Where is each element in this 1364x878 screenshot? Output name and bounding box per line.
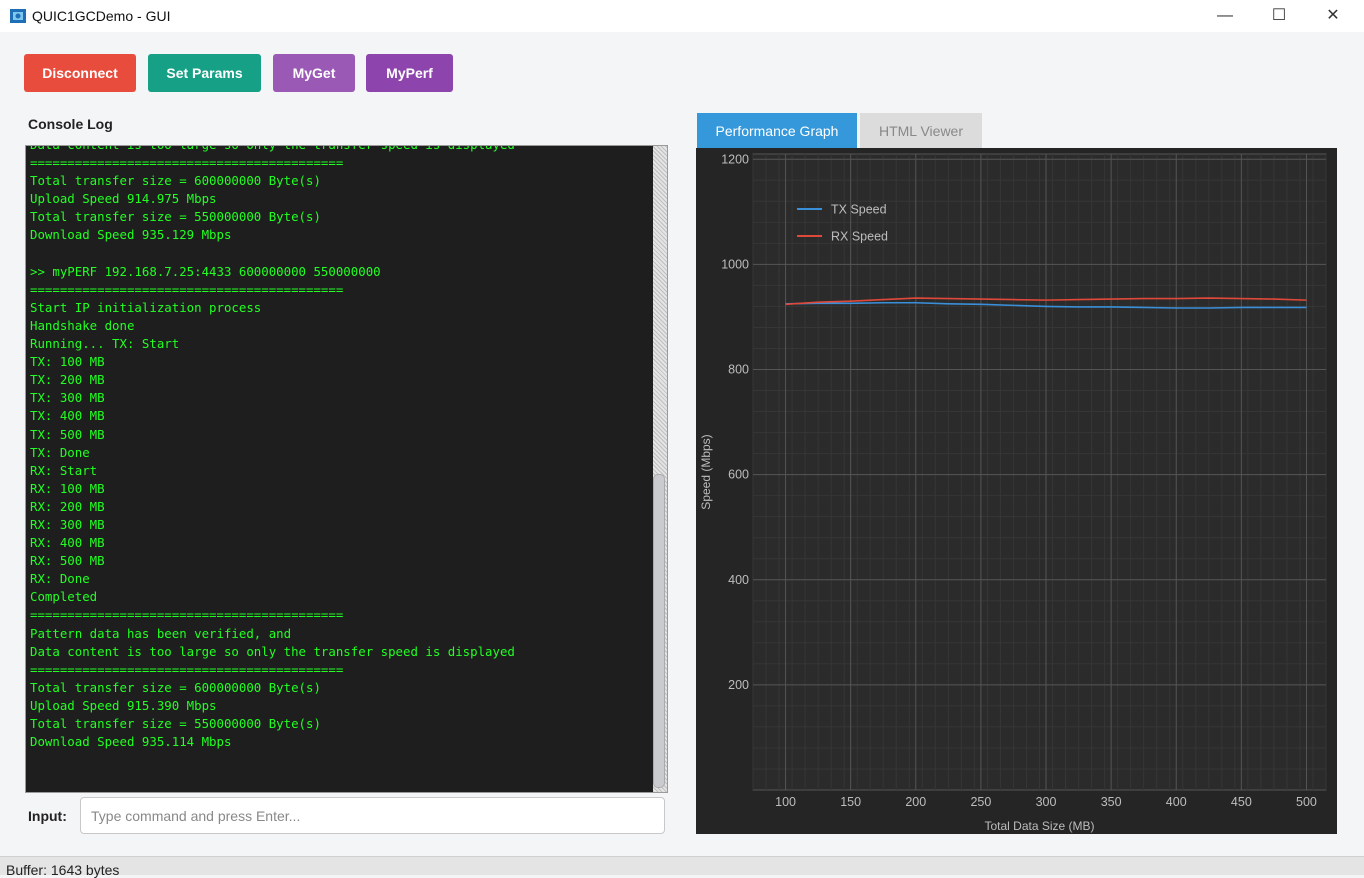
console-line: Upload Speed 915.390 Mbps bbox=[30, 697, 217, 713]
legend-label: RX Speed bbox=[831, 230, 888, 244]
y-tick-label: 1000 bbox=[721, 257, 749, 271]
console-line: Total transfer size = 550000000 Byte(s) bbox=[30, 209, 321, 225]
console-line: Pattern data has been verified, and bbox=[30, 625, 292, 641]
console-line: Running... TX: Start bbox=[30, 336, 180, 352]
title-bar: QUIC1GCDemo - GUI — ☐ ✕ bbox=[0, 0, 1364, 32]
set-params-button[interactable]: Set Params bbox=[148, 54, 261, 92]
console-line: TX: 400 MB bbox=[30, 408, 105, 424]
x-tick-label: 350 bbox=[1101, 795, 1122, 809]
console-line: RX: 200 MB bbox=[30, 498, 105, 514]
console-line: ========================================… bbox=[30, 661, 344, 677]
console-line: RX: 500 MB bbox=[30, 553, 105, 569]
console-line: Download Speed 935.114 Mbps bbox=[30, 734, 232, 750]
console-line: Completed bbox=[30, 589, 98, 605]
disconnect-button[interactable]: Disconnect bbox=[24, 54, 136, 92]
console-line: RX: 100 MB bbox=[30, 480, 105, 496]
console-line: TX: 100 MB bbox=[30, 354, 105, 370]
console-line: Data content is too large so only the tr… bbox=[30, 643, 515, 659]
y-tick-label: 800 bbox=[728, 363, 749, 377]
command-input[interactable] bbox=[80, 797, 665, 834]
console-line: TX: Done bbox=[30, 444, 90, 460]
y-axis-label: Speed (Mbps) bbox=[699, 434, 713, 509]
console-line: Handshake done bbox=[30, 317, 135, 333]
tab-html-viewer[interactable]: HTML Viewer bbox=[860, 113, 982, 149]
console-line: >> bbox=[30, 787, 649, 792]
buffer-status: Buffer: 1643 bytes bbox=[6, 862, 120, 878]
console-scroll-thumb[interactable] bbox=[653, 474, 665, 788]
x-tick-label: 150 bbox=[840, 795, 861, 809]
console-line: ========================================… bbox=[30, 281, 344, 297]
y-tick-label: 400 bbox=[728, 573, 749, 587]
myget-button[interactable]: MyGet bbox=[273, 54, 355, 92]
console-line: RX: 300 MB bbox=[30, 516, 105, 532]
console-line: Total transfer size = 550000000 Byte(s) bbox=[30, 716, 321, 731]
console-line: TX: 300 MB bbox=[30, 390, 105, 406]
myperf-button[interactable]: MyPerf bbox=[366, 54, 453, 92]
console-line: TX: 200 MB bbox=[30, 372, 105, 388]
console-line: ========================================… bbox=[30, 607, 344, 623]
minimize-button[interactable]: — bbox=[1202, 0, 1248, 32]
performance-graph-panel: 100 150 200 250 300 350 400 450 500 200 400 600 800 1… bbox=[696, 148, 1337, 834]
console-line: Upload Speed 914.975 Mbps bbox=[30, 191, 217, 207]
console-line: RX: Done bbox=[30, 571, 90, 587]
console-line: RX: Start bbox=[30, 462, 98, 478]
maximize-button[interactable]: ☐ bbox=[1256, 0, 1302, 32]
x-tick-label: 300 bbox=[1036, 795, 1057, 809]
console-line: Start IP initialization process bbox=[30, 299, 262, 315]
x-tick-label: 250 bbox=[970, 795, 991, 809]
tab-performance-graph[interactable]: Performance Graph bbox=[697, 113, 857, 149]
window-title: QUIC1GCDemo - GUI bbox=[32, 8, 171, 24]
console-line: TX: 500 MB bbox=[30, 426, 105, 442]
y-tick-label: 200 bbox=[728, 678, 749, 692]
x-tick-label: 100 bbox=[775, 795, 796, 809]
console-line: RX: 400 MB bbox=[30, 535, 105, 551]
close-button[interactable]: ✕ bbox=[1310, 0, 1356, 32]
x-tick-label: 450 bbox=[1231, 795, 1252, 809]
legend-label: TX Speed bbox=[831, 203, 887, 217]
console-text: Data content is too large so only the tr… bbox=[30, 146, 649, 792]
console-log-label: Console Log bbox=[28, 116, 113, 132]
input-label: Input: bbox=[28, 808, 67, 824]
status-bar: Buffer: 1643 bytes bbox=[0, 856, 1364, 878]
console-line: >> myPERF 192.168.7.25:4433 600000000 55… bbox=[30, 263, 381, 279]
x-tick-label: 200 bbox=[905, 795, 926, 809]
x-axis-label: Total Data Size (MB) bbox=[984, 819, 1094, 833]
console-line: ========================================… bbox=[30, 155, 344, 171]
console-line: Download Speed 935.129 Mbps bbox=[30, 227, 232, 243]
performance-chart: 100 150 200 250 300 350 400 450 500 200 400 600 800 1… bbox=[699, 152, 1327, 833]
console-line: Total transfer size = 600000000 Byte(s) bbox=[30, 679, 321, 695]
console-scrollbar[interactable] bbox=[653, 146, 667, 792]
x-tick-label: 400 bbox=[1166, 795, 1187, 809]
console-line: Total transfer size = 600000000 Byte(s) bbox=[30, 173, 321, 189]
x-tick-label: 500 bbox=[1296, 795, 1317, 809]
app-icon bbox=[10, 9, 26, 23]
y-tick-label: 1200 bbox=[721, 152, 749, 166]
console-line: Data content is too large so only the tr… bbox=[30, 146, 649, 154]
y-tick-label: 600 bbox=[728, 468, 749, 482]
console-log[interactable]: Data content is too large so only the tr… bbox=[25, 145, 668, 793]
